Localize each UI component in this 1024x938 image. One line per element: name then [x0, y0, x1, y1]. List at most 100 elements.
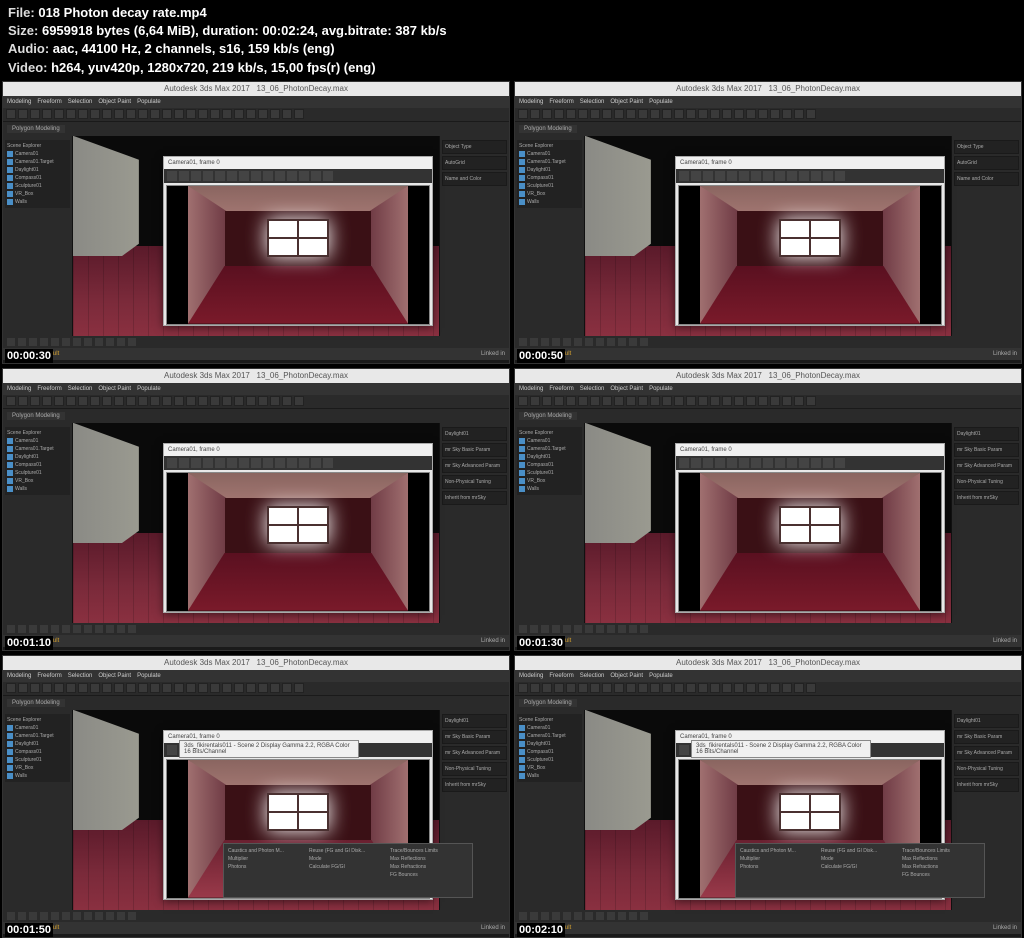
panel-section[interactable]: Non-Physical Tuning [442, 475, 507, 489]
menu-bar[interactable]: ModelingFreeformSelectionObject PaintPop… [515, 96, 1021, 108]
render-button[interactable] [835, 458, 845, 468]
panel-section[interactable]: Inherit from mrSky [954, 491, 1019, 505]
render-frame-window[interactable]: Camera01, frame 0 [675, 156, 945, 326]
render-button[interactable] [751, 458, 761, 468]
toolbar-button[interactable] [270, 683, 280, 693]
toolbar-button[interactable] [18, 109, 28, 119]
render-button[interactable] [275, 458, 285, 468]
scene-explorer[interactable]: Scene Explorer Camera01Camera01.TargetDa… [517, 714, 582, 782]
render-button[interactable] [763, 171, 773, 181]
render-button[interactable] [323, 171, 333, 181]
toolbar-button[interactable] [114, 109, 124, 119]
timeline[interactable] [515, 336, 1021, 348]
toolbar-button[interactable] [6, 109, 16, 119]
render-button[interactable] [787, 171, 797, 181]
render-button[interactable] [727, 171, 737, 181]
ribbon-tabs[interactable]: Polygon Modeling [515, 696, 1021, 710]
render-frame-window[interactable]: Camera01, frame 0 [163, 156, 433, 326]
render-button[interactable] [167, 745, 177, 755]
toolbar-button[interactable] [710, 109, 720, 119]
render-button[interactable] [299, 458, 309, 468]
toolbar-button[interactable] [138, 396, 148, 406]
toolbar-button[interactable] [662, 683, 672, 693]
render-button[interactable] [203, 171, 213, 181]
scene-explorer[interactable]: Scene Explorer Camera01Camera01.TargetDa… [5, 427, 70, 495]
command-panel[interactable]: Daylight01mr Sky Basic Parammr Sky Advan… [951, 423, 1021, 623]
toolbar-button[interactable] [102, 109, 112, 119]
menu-item[interactable]: Object Paint [610, 673, 643, 679]
menu-item[interactable]: Populate [649, 99, 673, 105]
timeline[interactable] [3, 336, 509, 348]
scene-item[interactable]: Camera01 [7, 724, 68, 732]
ribbon-tabs[interactable]: Polygon Modeling [3, 122, 509, 136]
toolbar-button[interactable] [6, 396, 16, 406]
menu-item[interactable]: Freeform [37, 99, 61, 105]
toolbar-button[interactable] [746, 109, 756, 119]
render-button[interactable] [179, 458, 189, 468]
viewport[interactable]: Camera01, frame 0 [73, 423, 439, 623]
scene-item[interactable]: Camera01.Target [519, 445, 580, 453]
toolbar-button[interactable] [674, 109, 684, 119]
ribbon-tabs[interactable]: Polygon Modeling [515, 122, 1021, 136]
scene-item[interactable]: Camera01 [519, 437, 580, 445]
viewport[interactable]: Camera01, frame 0 [73, 136, 439, 336]
toolbar-button[interactable] [530, 683, 540, 693]
scene-item[interactable]: Camera01 [519, 724, 580, 732]
scene-explorer[interactable]: Scene Explorer Camera01Camera01.TargetDa… [5, 140, 70, 208]
viewport[interactable]: Camera01, frame 0 [585, 136, 951, 336]
viewport[interactable]: Camera01, frame 0 3ds_fikire [585, 710, 951, 910]
render-button[interactable] [835, 171, 845, 181]
toolbar-button[interactable] [234, 109, 244, 119]
render-button[interactable] [263, 458, 273, 468]
menu-item[interactable]: Object Paint [98, 99, 131, 105]
render-button[interactable] [239, 171, 249, 181]
toolbar-button[interactable] [282, 396, 292, 406]
render-button[interactable] [775, 458, 785, 468]
toolbar-button[interactable] [294, 396, 304, 406]
render-button[interactable] [251, 171, 261, 181]
toolbar-button[interactable] [234, 396, 244, 406]
render-button[interactable] [811, 171, 821, 181]
menu-item[interactable]: Modeling [519, 386, 543, 392]
left-panel[interactable]: Scene Explorer Camera01Camera01.TargetDa… [3, 423, 73, 623]
toolbar-button[interactable] [234, 683, 244, 693]
tab[interactable]: Polygon Modeling [7, 125, 65, 133]
toolbar-button[interactable] [650, 683, 660, 693]
toolbar-button[interactable] [626, 683, 636, 693]
render-button[interactable] [227, 458, 237, 468]
toolbar-button[interactable] [542, 109, 552, 119]
video-thumbnail[interactable]: Autodesk 3ds Max 2017 13_06_PhotonDecay.… [2, 81, 510, 364]
browser-window[interactable]: 3ds_fikirentals011 - Scene 2 Display Gam… [691, 740, 871, 758]
panel-section[interactable]: Name and Color [954, 172, 1019, 186]
render-button[interactable] [715, 458, 725, 468]
toolbar-button[interactable] [602, 396, 612, 406]
render-button[interactable] [287, 171, 297, 181]
scene-item[interactable]: Daylight01 [519, 740, 580, 748]
panel-section[interactable]: Non-Physical Tuning [442, 762, 507, 776]
panel-section[interactable]: AutoGrid [954, 156, 1019, 170]
toolbar-button[interactable] [54, 396, 64, 406]
toolbar-button[interactable] [746, 396, 756, 406]
toolbar-button[interactable] [650, 109, 660, 119]
toolbar-button[interactable] [150, 396, 160, 406]
scene-item[interactable]: VR_Box [519, 190, 580, 198]
toolbar-button[interactable] [614, 683, 624, 693]
menu-bar[interactable]: ModelingFreeformSelectionObject PaintPop… [3, 96, 509, 108]
toolbar-button[interactable] [54, 683, 64, 693]
toolbar-button[interactable] [602, 683, 612, 693]
toolbar-button[interactable] [638, 683, 648, 693]
toolbar-button[interactable] [806, 396, 816, 406]
scene-explorer[interactable]: Scene Explorer Camera01Camera01.TargetDa… [517, 140, 582, 208]
toolbar-button[interactable] [162, 396, 172, 406]
toolbar-button[interactable] [114, 683, 124, 693]
video-thumbnail[interactable]: Autodesk 3ds Max 2017 13_06_PhotonDecay.… [514, 81, 1022, 364]
scene-item[interactable]: Daylight01 [7, 453, 68, 461]
scene-item[interactable]: Camera01.Target [7, 445, 68, 453]
toolbar-button[interactable] [30, 396, 40, 406]
tab[interactable]: Polygon Modeling [7, 412, 65, 420]
scene-item[interactable]: Daylight01 [7, 166, 68, 174]
toolbar-button[interactable] [18, 396, 28, 406]
toolbar-button[interactable] [722, 396, 732, 406]
toolbar-button[interactable] [174, 683, 184, 693]
toolbar-button[interactable] [42, 683, 52, 693]
